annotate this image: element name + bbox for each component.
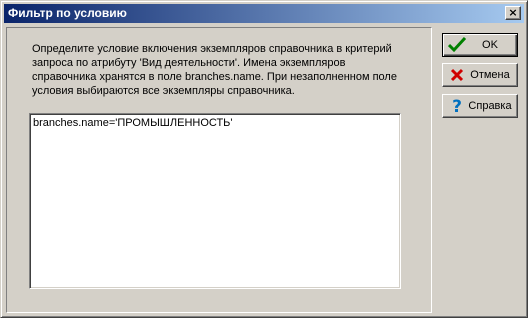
ok-label: OK	[482, 39, 498, 51]
x-icon	[447, 66, 467, 84]
cancel-button[interactable]: Отмена	[442, 63, 518, 87]
svg-text:?: ?	[452, 97, 462, 115]
ok-button[interactable]: OK	[442, 33, 518, 57]
dialog-title: Фильтр по условию	[8, 6, 127, 20]
close-icon: ×	[508, 6, 518, 19]
close-button[interactable]: ×	[505, 6, 521, 20]
check-icon	[447, 36, 467, 54]
filter-dialog: Фильтр по условию × Определите условие в…	[0, 0, 528, 318]
help-button[interactable]: ? Справка	[442, 94, 518, 118]
condition-input[interactable]: branches.name='ПРОМЫШЛЕННОСТЬ'	[29, 113, 401, 289]
help-label: Справка	[468, 100, 512, 112]
cancel-label: Отмена	[470, 69, 510, 81]
description-text: Определите условие включения экземпляров…	[32, 43, 397, 97]
question-icon: ?	[447, 97, 467, 115]
title-bar: Фильтр по условию ×	[4, 4, 524, 23]
content-panel: Определите условие включения экземпляров…	[6, 27, 432, 313]
